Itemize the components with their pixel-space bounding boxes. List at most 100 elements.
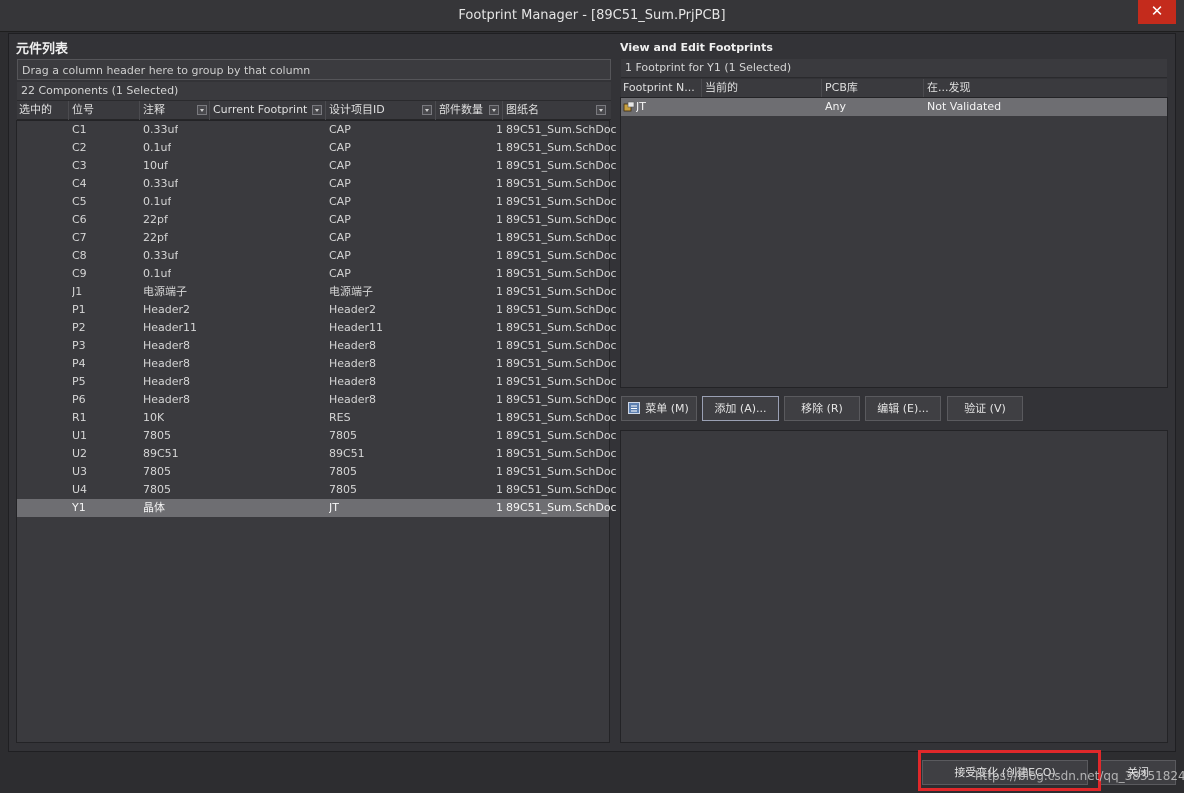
table-row[interactable]: J1 电源端子 电源端子 1 89C51_Sum.SchDoc <box>17 283 617 301</box>
table-row[interactable]: U1 7805 7805 1 89C51_Sum.SchDoc <box>17 427 617 445</box>
cell-comment: 0.33uf <box>143 123 179 136</box>
table-row[interactable]: P3 Header8 Header8 1 89C51_Sum.SchDoc <box>17 337 617 355</box>
column-found-in[interactable]: 在...发现 <box>925 79 1167 98</box>
cell-part-count: 1 <box>496 339 503 352</box>
column-pcb-library[interactable]: PCB库 <box>823 79 924 98</box>
cell-comment: 晶体 <box>143 501 165 514</box>
cell-part-count: 1 <box>496 303 503 316</box>
column-selected[interactable]: 选中的 <box>17 101 69 120</box>
cell-comment: 7805 <box>143 429 171 442</box>
cell-design-id: Header8 <box>329 393 377 406</box>
table-row[interactable]: U3 7805 7805 1 89C51_Sum.SchDoc <box>17 463 617 481</box>
validate-button[interactable]: 验证 (V) <box>947 396 1023 421</box>
column-current[interactable]: 当前的 <box>703 79 822 98</box>
add-button[interactable]: 添加 (A)... <box>702 396 779 421</box>
cell-sheet: 89C51_Sum.SchDoc <box>506 141 617 154</box>
filter-icon[interactable] <box>489 105 499 115</box>
cell-part-count: 1 <box>496 411 503 424</box>
cell-part-count: 1 <box>496 393 503 406</box>
table-row[interactable]: C6 22pf CAP 1 89C51_Sum.SchDoc <box>17 211 617 229</box>
column-design-item-id[interactable]: 设计项目ID <box>327 101 436 120</box>
column-sheet-name[interactable]: 图纸名 <box>504 101 610 120</box>
edit-button[interactable]: 编辑 (E)... <box>865 396 941 421</box>
component-table: C1 0.33uf CAP 1 89C51_Sum.SchDoc C2 0.1uf CAP 1 8… <box>16 120 617 743</box>
cell-sheet: 89C51_Sum.SchDoc <box>506 339 617 352</box>
cell-sheet: 89C51_Sum.SchDoc <box>506 465 617 478</box>
cell-designator: C1 <box>72 123 87 136</box>
column-comment[interactable]: 注释 <box>141 101 210 120</box>
menu-button[interactable]: 菜单 (M) <box>621 396 697 421</box>
close-window-button[interactable]: ✕ <box>1138 0 1176 24</box>
table-row[interactable]: C3 10uf CAP 1 89C51_Sum.SchDoc <box>17 157 617 175</box>
cell-comment: Header8 <box>143 357 191 370</box>
cell-part-count: 1 <box>496 501 503 514</box>
watermark: https://blog.csdn.net/qq_38351824 <box>975 769 1184 783</box>
table-row[interactable]: P6 Header8 Header8 1 89C51_Sum.SchDoc <box>17 391 617 409</box>
remove-button[interactable]: 移除 (R) <box>784 396 860 421</box>
cell-sheet: 89C51_Sum.SchDoc <box>506 177 617 190</box>
cell-design-id: CAP <box>329 231 351 244</box>
table-row[interactable]: U4 7805 7805 1 89C51_Sum.SchDoc <box>17 481 617 499</box>
table-row[interactable]: C8 0.33uf CAP 1 89C51_Sum.SchDoc <box>17 247 617 265</box>
cell-sheet: 89C51_Sum.SchDoc <box>506 123 617 136</box>
group-by-hint[interactable]: Drag a column header here to group by th… <box>17 59 611 80</box>
cell-comment: Header2 <box>143 303 191 316</box>
cell-design-id: CAP <box>329 141 351 154</box>
footprint-found-in: Not Validated <box>927 100 1002 113</box>
cell-part-count: 1 <box>496 483 503 496</box>
cell-part-count: 1 <box>496 141 503 154</box>
cell-designator: C9 <box>72 267 87 280</box>
table-row[interactable]: C7 22pf CAP 1 89C51_Sum.SchDoc <box>17 229 617 247</box>
filter-icon[interactable] <box>197 105 207 115</box>
column-current-footprint[interactable]: Current Footprint <box>211 101 326 120</box>
cell-part-count: 1 <box>496 177 503 190</box>
cell-design-id: 7805 <box>329 483 357 496</box>
table-row[interactable]: C2 0.1uf CAP 1 89C51_Sum.SchDoc <box>17 139 617 157</box>
column-part-count[interactable]: 部件数量 <box>437 101 503 120</box>
cell-part-count: 1 <box>496 213 503 226</box>
footprint-table-header: Footprint N... 当前的 PCB库 在...发现 <box>621 79 1167 98</box>
cell-sheet: 89C51_Sum.SchDoc <box>506 285 617 298</box>
table-row[interactable]: R1 10K RES 1 89C51_Sum.SchDoc <box>17 409 617 427</box>
component-list-title: 元件列表 <box>16 42 69 57</box>
table-row[interactable]: P4 Header8 Header8 1 89C51_Sum.SchDoc <box>17 355 617 373</box>
filter-icon[interactable] <box>312 105 322 115</box>
menu-icon <box>628 402 640 414</box>
table-row[interactable]: P5 Header8 Header8 1 89C51_Sum.SchDoc <box>17 373 617 391</box>
table-row[interactable]: Y1 晶体 JT 1 89C51_Sum.SchDoc <box>17 499 617 517</box>
cell-designator: C5 <box>72 195 87 208</box>
cell-sheet: 89C51_Sum.SchDoc <box>506 429 617 442</box>
cell-design-id: 7805 <box>329 465 357 478</box>
cell-comment: 0.33uf <box>143 249 179 262</box>
cell-design-id: JT <box>329 501 339 514</box>
cell-design-id: CAP <box>329 249 351 262</box>
cell-designator: C8 <box>72 249 87 262</box>
cell-part-count: 1 <box>496 321 503 334</box>
cell-comment: 0.1uf <box>143 195 172 208</box>
table-row[interactable]: U2 89C51 89C51 1 89C51_Sum.SchDoc <box>17 445 617 463</box>
cell-designator: C7 <box>72 231 87 244</box>
footprint-row[interactable]: JT Any Not Validated <box>621 98 1167 116</box>
table-row[interactable]: P1 Header2 Header2 1 89C51_Sum.SchDoc <box>17 301 617 319</box>
table-row[interactable]: C4 0.33uf CAP 1 89C51_Sum.SchDoc <box>17 175 617 193</box>
column-designator[interactable]: 位号 <box>70 101 140 120</box>
table-row[interactable]: C1 0.33uf CAP 1 89C51_Sum.SchDoc <box>17 121 617 139</box>
cell-designator: C2 <box>72 141 87 154</box>
cell-designator: Y1 <box>72 501 86 514</box>
cell-comment: 0.1uf <box>143 267 172 280</box>
cell-design-id: CAP <box>329 123 351 136</box>
cell-designator: C3 <box>72 159 87 172</box>
table-row[interactable]: C5 0.1uf CAP 1 89C51_Sum.SchDoc <box>17 193 617 211</box>
cell-part-count: 1 <box>496 429 503 442</box>
filter-icon[interactable] <box>422 105 432 115</box>
table-row[interactable]: C9 0.1uf CAP 1 89C51_Sum.SchDoc <box>17 265 617 283</box>
table-row[interactable]: P2 Header11 Header11 1 89C51_Sum.SchDoc <box>17 319 617 337</box>
cell-part-count: 1 <box>496 231 503 244</box>
cell-comment: Header8 <box>143 393 191 406</box>
column-footprint-name[interactable]: Footprint N... <box>621 79 702 98</box>
cell-comment: 7805 <box>143 465 171 478</box>
filter-icon[interactable] <box>596 105 606 115</box>
cell-design-id: Header8 <box>329 357 377 370</box>
cell-sheet: 89C51_Sum.SchDoc <box>506 501 617 514</box>
cell-comment: 10K <box>143 411 165 424</box>
